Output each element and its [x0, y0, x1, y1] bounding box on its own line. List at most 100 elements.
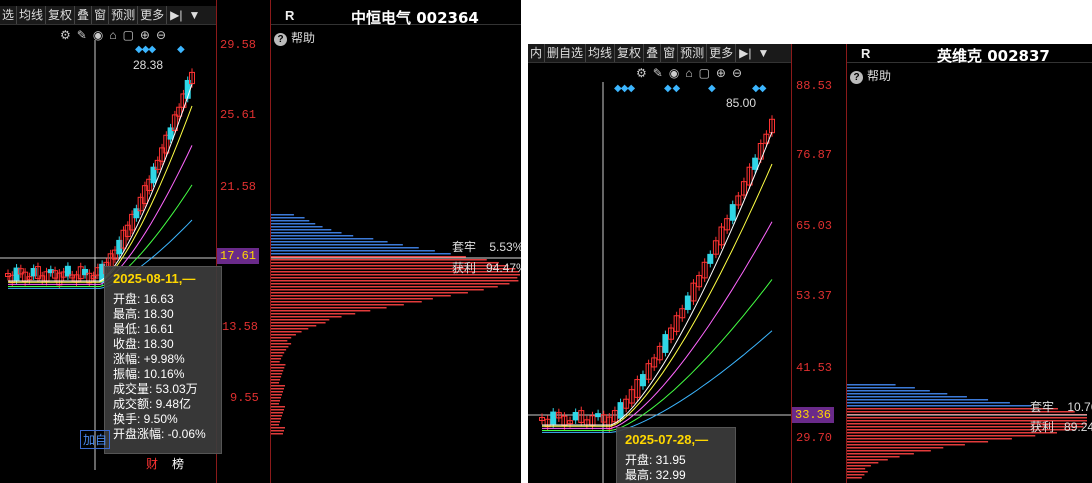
stat-value: 94.47% [486, 261, 521, 275]
help-link[interactable]: ? 帮助 [274, 29, 315, 46]
chip-distribution-bar [271, 382, 280, 384]
add-watchlist-badge[interactable]: 加自 [80, 430, 111, 449]
candle-body [684, 295, 691, 310]
candle-tooltip: 2025-07-28,— 开盘: 31.95 最高: 32.99 [616, 427, 736, 483]
chip-distribution-bar [271, 352, 285, 354]
left-stock-header: R 中恒电气 002364 [271, 6, 521, 27]
chip-distribution-bar [271, 343, 292, 345]
candle-tooltip: 2025-08-11,— 开盘: 16.63 最高: 18.30 最低: 16.… [104, 266, 222, 454]
tooltip-date: 2025-08-11,— [113, 271, 196, 286]
stat-value: 89.24% [1064, 420, 1092, 434]
ma10-line [8, 105, 193, 283]
chip-distribution-bar [271, 316, 342, 318]
chip-distribution-bar [271, 430, 284, 432]
chip-distribution-bar [847, 459, 888, 461]
right-stock-header: R 英维克 002837 [847, 44, 1092, 65]
chip-distribution-bar [271, 421, 280, 423]
help-icon: ? [850, 71, 863, 84]
current-price-tag: 33.36 [792, 407, 835, 423]
chip-distribution-bar [271, 424, 279, 426]
trapped-stat: 套牢 5.53% [452, 238, 521, 255]
current-price-tag: 17.61 [217, 248, 260, 264]
chip-distribution-bar [271, 307, 387, 309]
tooltip-high: 最高: 32.99 [625, 468, 686, 482]
tooltip-volume: 成交量: 53.03万 [113, 382, 198, 396]
tooltip-high: 最高: 18.30 [113, 307, 174, 321]
chip-distribution-bar [847, 402, 1010, 404]
chip-distribution-bar [271, 241, 388, 243]
chip-distribution-bar [271, 325, 317, 327]
tooltip-open: 开盘: 31.95 [625, 453, 686, 467]
chip-distribution-bar [271, 373, 283, 375]
realtime-label: R [285, 8, 295, 23]
chip-distribution-bar [847, 462, 879, 464]
chip-distribution-bar [271, 238, 374, 240]
tooltip-turnover-amount: 成交额: 9.48亿 [113, 397, 192, 411]
chip-distribution-bar [847, 384, 896, 386]
chip-distribution-bar [271, 349, 287, 351]
chip-distribution-bar [271, 244, 403, 246]
price-tick: 9.55 [230, 391, 259, 405]
chip-distribution-bar [271, 235, 354, 237]
stat-label: 套牢 [1030, 400, 1055, 414]
price-tick: 29.58 [220, 38, 257, 52]
chip-distribution-bar [271, 361, 280, 363]
chip-distribution-bar [271, 214, 294, 216]
chip-distribution-bar [847, 465, 871, 467]
chip-distribution-bar [271, 331, 302, 333]
help-icon: ? [274, 33, 287, 46]
chip-distribution-bar [271, 229, 332, 231]
tooltip-turnover-rate: 换手: 9.50% [113, 412, 178, 426]
finance-tag[interactable]: 财 [146, 455, 158, 472]
price-tick: 53.37 [796, 289, 833, 303]
chip-distribution-bar [271, 397, 282, 399]
chip-distribution-bar [271, 295, 451, 297]
tooltip-low: 最低: 16.61 [113, 322, 174, 336]
chip-distribution-bar [271, 394, 283, 396]
chip-distribution-bar [271, 319, 330, 321]
candle-body [595, 413, 602, 418]
price-tick: 65.03 [796, 219, 833, 233]
chip-distribution-bar [271, 313, 356, 315]
ma20-line [8, 145, 193, 285]
chip-distribution-bar [847, 456, 900, 458]
candle-body [662, 334, 669, 353]
chip-distribution-bar [271, 388, 285, 390]
tooltip-open-change: 开盘涨幅: -0.06% [113, 427, 206, 441]
chip-distribution-bar [847, 447, 944, 449]
chip-distribution-bar [847, 471, 868, 473]
chip-distribution-bar [271, 277, 518, 279]
rank-tag[interactable]: 榜 [172, 455, 184, 472]
chip-distribution-bar [847, 453, 914, 455]
ma20-line [542, 221, 773, 429]
chip-distribution-bar [271, 292, 468, 294]
chip-distribution-bar [847, 438, 1012, 440]
candle-body [550, 411, 557, 425]
chip-distribution-bar [271, 304, 404, 306]
chip-distribution-bar [271, 418, 282, 420]
candle-body [572, 412, 579, 421]
profit-stat: 获利 89.24% [1030, 418, 1092, 435]
chip-distribution-bar [271, 247, 419, 249]
right-chart-window: 内 删自选 均线 复权 叠 窗 预测 更多 ▶| ▼ ⚙ ✎ ◉ ⌂ ▢ ⊕ ⊖… [528, 44, 1092, 483]
chip-distribution-bar [271, 280, 519, 282]
chip-distribution-bar [847, 441, 989, 443]
chip-distribution-bar [271, 409, 285, 411]
price-tick: 88.53 [796, 79, 833, 93]
help-label: 帮助 [867, 69, 892, 83]
chip-distribution-bar [271, 334, 296, 336]
price-tick: 41.53 [796, 361, 833, 375]
chip-distribution-bar [271, 367, 285, 369]
help-link[interactable]: ? 帮助 [850, 67, 891, 84]
stat-label: 获利 [452, 261, 477, 275]
price-tick: 25.61 [220, 108, 257, 122]
tooltip-date: 2025-07-28,— [625, 432, 709, 447]
chip-distribution-bar [847, 396, 967, 398]
chip-distribution-bar [271, 364, 286, 366]
chip-distribution-bar [847, 399, 989, 401]
stock-title: 中恒电气 002364 [351, 9, 479, 27]
price-tick: 13.58 [222, 320, 259, 334]
chip-distribution-bar [271, 232, 342, 234]
trapped-stat: 套牢 10.76% [1030, 398, 1092, 415]
help-label: 帮助 [291, 31, 316, 45]
